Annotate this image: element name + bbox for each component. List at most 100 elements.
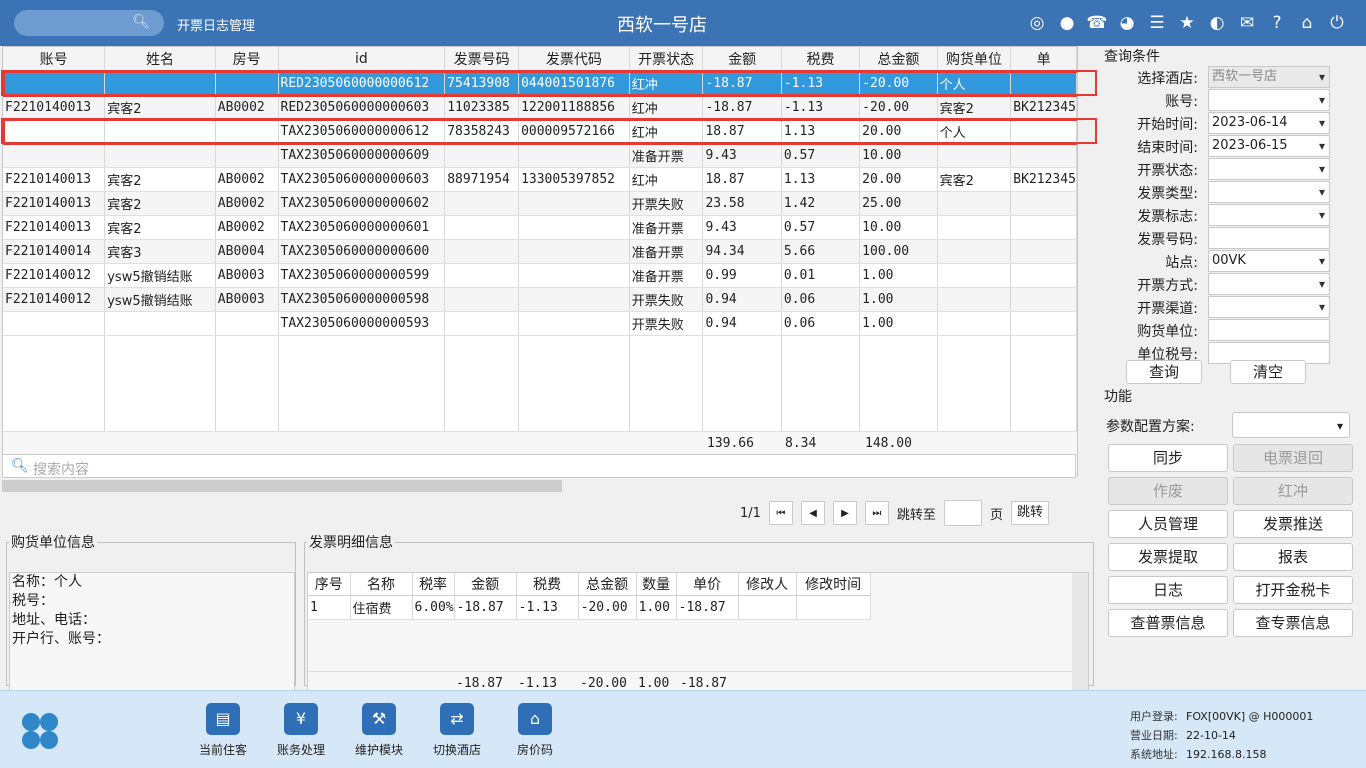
grid-horizontal-scrollbar[interactable] — [2, 480, 1076, 492]
query-field[interactable] — [1208, 204, 1330, 226]
function-button[interactable]: 日志 — [1108, 576, 1228, 604]
column-header[interactable]: 账号 — [3, 47, 106, 72]
detail-column-header[interactable]: 序号 — [308, 573, 351, 596]
column-header[interactable]: 税费 — [781, 47, 861, 72]
empty-cell — [3, 359, 106, 383]
column-header[interactable]: 总金额 — [859, 47, 938, 72]
prev-page-button[interactable]: ◀ — [800, 501, 825, 525]
query-field[interactable]: 西软一号店 — [1208, 66, 1330, 88]
footer-nav-button[interactable]: ⌂ 房价码 — [500, 703, 570, 758]
grid-search-input[interactable]: 🔍︎ 搜索内容 — [2, 454, 1076, 478]
detail-cell — [796, 595, 871, 620]
empty-cell — [1010, 359, 1077, 383]
function-button[interactable]: 同步 — [1108, 444, 1228, 472]
footer-nav-button[interactable]: ⚒ 维护模块 — [344, 703, 414, 758]
jump-button[interactable]: 跳转 — [1010, 501, 1049, 525]
table-cell: ysw5撤销结账 — [104, 287, 216, 312]
contrast-icon[interactable]: ◐ — [1202, 11, 1232, 35]
detail-column-header[interactable]: 税率 — [412, 573, 455, 596]
function-button[interactable]: 打开金税卡 — [1233, 576, 1353, 604]
query-field[interactable] — [1208, 296, 1330, 318]
jump-page-input[interactable] — [943, 500, 982, 526]
next-page-button[interactable]: ▶ — [832, 501, 857, 525]
home-icon[interactable]: ⌂ — [1292, 11, 1322, 35]
wifi-icon[interactable]: ◎ — [1022, 11, 1052, 35]
scrollbar-thumb[interactable] — [2, 480, 562, 492]
chat-icon[interactable]: ● — [1052, 11, 1082, 35]
menu-icon[interactable]: ☰ — [1142, 11, 1172, 35]
phone-icon[interactable]: ☎ — [1082, 11, 1112, 35]
power-icon[interactable]: ⏻ — [1322, 11, 1352, 35]
detail-column-header[interactable]: 修改时间 — [796, 573, 871, 596]
detail-column-header[interactable]: 总金额 — [578, 573, 637, 596]
function-button[interactable]: 人员管理 — [1108, 510, 1228, 538]
query-field[interactable] — [1208, 319, 1330, 341]
detail-cell: -18.87 — [454, 595, 517, 620]
query-field[interactable] — [1208, 158, 1330, 180]
detail-column-header[interactable]: 数量 — [636, 573, 677, 596]
function-button[interactable]: 发票推送 — [1233, 510, 1353, 538]
detail-column-header[interactable]: 名称 — [350, 573, 413, 596]
palette-icon[interactable]: ◕ — [1112, 11, 1142, 35]
detail-vertical-scrollbar[interactable] — [1072, 573, 1088, 701]
query-field[interactable] — [1208, 89, 1330, 111]
table-row[interactable]: F2210140013 宾客2 AB0002 TAX2305060000000602 开… — [3, 191, 1077, 216]
user-login-label: 用户登录: — [1130, 710, 1178, 723]
query-field[interactable]: 2023-06-14 — [1208, 112, 1330, 134]
table-row[interactable]: TAX2305060000000593 开票失败 0.94 0.06 1.00 — [3, 311, 1077, 336]
footer-nav-button[interactable]: ¥ 账务处理 — [266, 703, 336, 758]
app-footer: ▤ 当前住客 ¥ 账务处理 ⚒ 维护模块 ⇄ 切换酒店 ⌂ 房价码 用户登录: FOX[00VK] … — [0, 690, 1366, 768]
detail-total-amount: -18.87 — [456, 676, 503, 691]
column-header[interactable]: 金额 — [702, 47, 782, 72]
detail-column-header[interactable]: 金额 — [454, 573, 517, 596]
table-row[interactable]: TAX2305060000000612 78358243 000009572166 红… — [3, 119, 1077, 144]
column-header[interactable]: 发票号码 — [444, 47, 520, 72]
query-row: 开票方式: — [1098, 273, 1366, 295]
config-scheme-select[interactable]: ▾ — [1232, 412, 1350, 438]
footer-nav-button[interactable]: ⇄ 切换酒店 — [422, 703, 492, 758]
query-field[interactable] — [1208, 273, 1330, 295]
column-header[interactable]: 房号 — [215, 47, 279, 72]
detail-column-header[interactable]: 修改人 — [738, 573, 797, 596]
column-header[interactable]: 单 — [1010, 47, 1077, 72]
footer-nav-label: 维护模块 — [354, 743, 403, 757]
query-label: 站点: — [1165, 255, 1198, 271]
column-header[interactable]: 姓名 — [104, 47, 216, 72]
function-button[interactable]: 报表 — [1233, 543, 1353, 571]
function-button[interactable]: 查专票信息 — [1233, 609, 1353, 637]
table-row[interactable]: F2210140012 ysw5撤销结账 AB0003 TAX230506000000… — [3, 263, 1077, 288]
last-page-button[interactable]: ⏭ — [864, 501, 889, 525]
query-label: 结束时间: — [1137, 140, 1198, 156]
column-header[interactable]: 发票代码 — [518, 47, 630, 72]
first-page-button[interactable]: ⏮ — [768, 501, 793, 525]
column-header[interactable]: 开票状态 — [629, 47, 704, 72]
empty-cell — [781, 407, 861, 431]
column-header[interactable]: 购货单位 — [937, 47, 1012, 72]
query-field[interactable] — [1208, 181, 1330, 203]
empty-cell — [859, 383, 938, 407]
table-row[interactable]: RED2305060000000612 75413908 044001501876 红… — [3, 71, 1077, 96]
detail-column-header[interactable]: 税费 — [516, 573, 579, 596]
query-field[interactable] — [1208, 227, 1330, 249]
table-row[interactable]: TAX2305060000000609 准备开票 9.43 0.57 10.00 — [3, 143, 1077, 168]
clear-button[interactable]: 清空 — [1230, 360, 1306, 384]
function-button[interactable]: 查普票信息 — [1108, 609, 1228, 637]
table-row[interactable]: F2210140014 宾客3 AB0004 TAX2305060000000600 准… — [3, 239, 1077, 264]
detail-column-header[interactable]: 单价 — [676, 573, 739, 596]
table-row[interactable]: F2210140013 宾客2 AB0002 TAX2305060000000601 准… — [3, 215, 1077, 240]
column-header[interactable]: id — [278, 47, 446, 72]
mail-icon[interactable]: ✉ — [1232, 11, 1262, 35]
function-button[interactable]: 发票提取 — [1108, 543, 1228, 571]
star-icon[interactable]: ★ — [1172, 11, 1202, 35]
query-field[interactable]: 2023-06-15 — [1208, 135, 1330, 157]
table-row[interactable]: F2210140012 ysw5撤销结账 AB0003 TAX230506000000… — [3, 287, 1077, 312]
table-row[interactable]: F2210140013 宾客2 AB0002 TAX2305060000000603 8… — [3, 167, 1077, 192]
query-field[interactable]: 00VK — [1208, 250, 1330, 272]
help-icon[interactable]: ? — [1262, 11, 1292, 35]
footer-nav-button[interactable]: ▤ 当前住客 — [188, 703, 258, 758]
query-button[interactable]: 查询 — [1126, 360, 1202, 384]
table-row[interactable]: F2210140013 宾客2 AB0002 RED2305060000000603 1… — [3, 95, 1077, 120]
table-cell — [215, 311, 279, 336]
system-address-label: 系统地址: — [1130, 748, 1178, 761]
detail-row[interactable]: 1 住宿费 6.00% -18.87 -1.13 -20.00 1.00 -18.87 — [308, 595, 871, 620]
